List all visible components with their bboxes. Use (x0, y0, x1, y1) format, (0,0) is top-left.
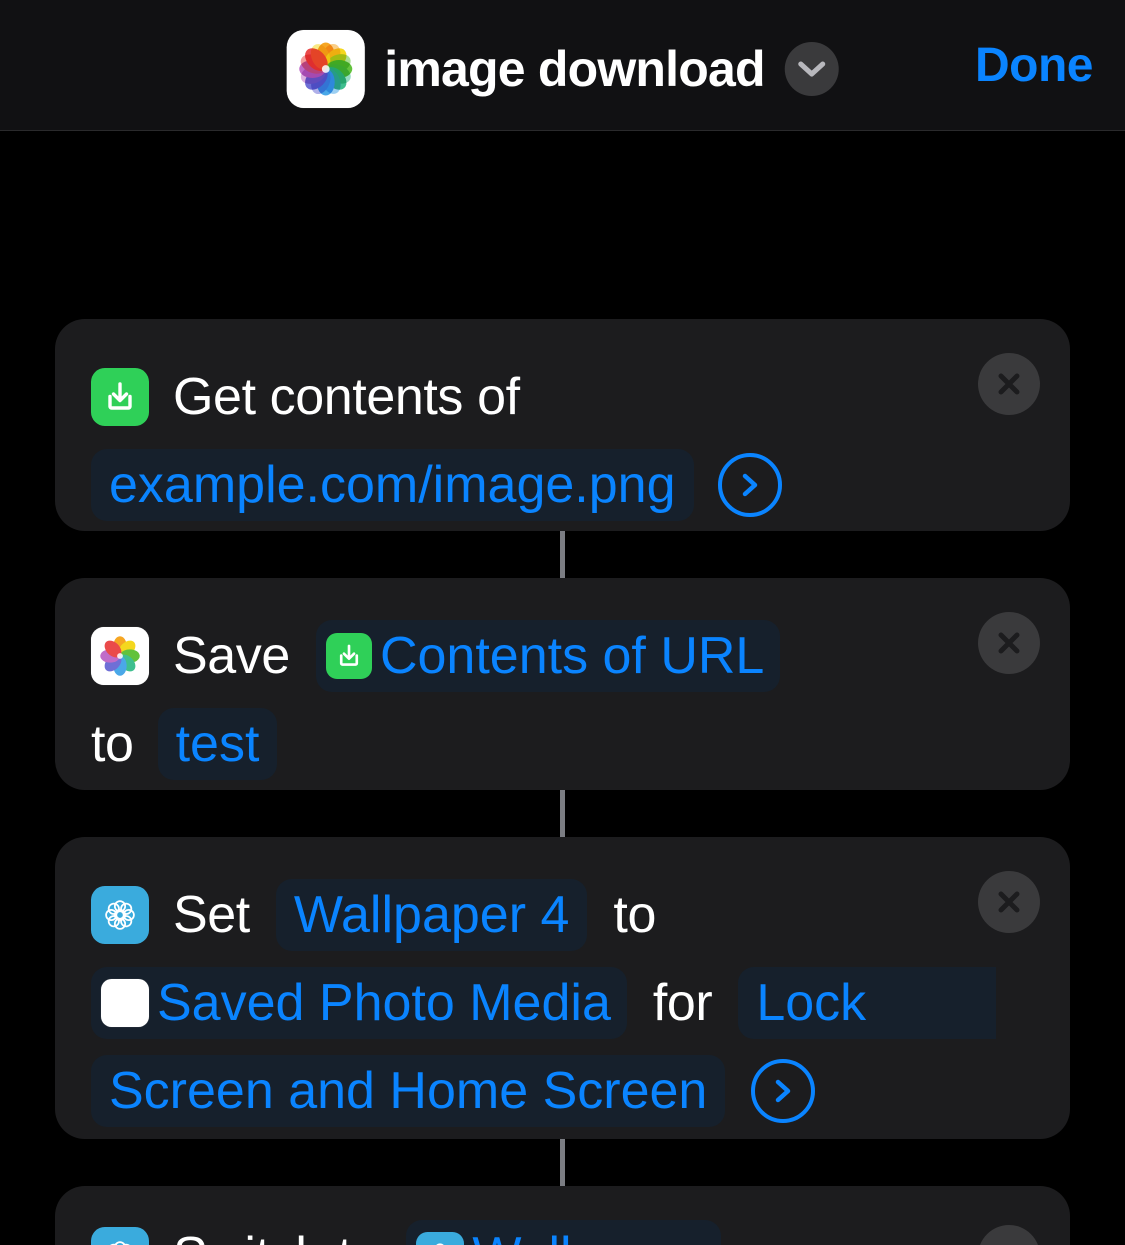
action-line: example.com/image.png (91, 441, 1030, 529)
download-icon (91, 368, 149, 426)
action-line: Set Wallpaper 4 to (91, 871, 1030, 959)
url-token-field[interactable]: example.com/image.png (91, 449, 694, 521)
photos-icon (91, 627, 149, 685)
remove-action-button[interactable] (978, 353, 1040, 415)
action-line: Save Contents of URL (91, 612, 1030, 700)
chevron-right-icon[interactable] (751, 1059, 816, 1123)
album-token-field[interactable]: test (157, 708, 278, 780)
wallpaper-icon (91, 886, 149, 944)
shortcut-title-group[interactable]: image download (286, 30, 839, 108)
flow-connector (560, 1139, 565, 1187)
action-label: for (652, 974, 713, 1032)
action-card-set-wallpaper[interactable]: Set Wallpaper 4 to Saved Photo Media for… (55, 837, 1070, 1139)
action-line: Screen and Home Screen (91, 1047, 1030, 1135)
screen-target-token-part2[interactable]: Screen and Home Screen (91, 1055, 726, 1127)
wallpaper-icon (416, 1232, 465, 1245)
action-line: Saved Photo Media for Lock (91, 959, 1030, 1047)
token-label: Saved Photo Media (157, 974, 611, 1032)
action-line: to test (91, 700, 1030, 788)
saved-photo-media-token[interactable]: Saved Photo Media (91, 967, 627, 1039)
action-line: Switch to (91, 1212, 1030, 1245)
token-label: Wallpaper (472, 1220, 704, 1245)
action-label: to (613, 886, 656, 944)
download-icon (325, 633, 372, 679)
action-label: Save (173, 627, 290, 685)
remove-action-button[interactable] (978, 612, 1040, 674)
wallpaper-target-token[interactable]: Wallpaper 4 (275, 879, 588, 951)
action-card-get-contents-of-url[interactable]: Get contents of example.com/image.png (55, 319, 1070, 531)
magic-variable-token[interactable]: Contents of URL (315, 620, 781, 692)
action-label: to (91, 715, 134, 773)
action-card-switch-to-wallpaper[interactable]: Switch to (55, 1186, 1070, 1245)
done-button[interactable]: Done (975, 42, 1094, 90)
chevron-right-icon[interactable] (717, 453, 782, 517)
wallpaper-icon (91, 1227, 149, 1245)
remove-action-button[interactable] (978, 871, 1040, 933)
flow-connector (560, 531, 565, 579)
action-label: Set (173, 886, 250, 944)
photos-icon (286, 30, 365, 108)
action-label: Switch to (173, 1212, 381, 1245)
action-card-save-to-photo-album[interactable]: Save Contents of URL to test (55, 578, 1070, 790)
wallpaper-app-token[interactable]: Wallpaper (406, 1220, 721, 1245)
photos-icon (101, 979, 149, 1027)
action-line: Get contents of (91, 353, 1030, 441)
screen-target-token-part1[interactable]: Lock (738, 967, 997, 1039)
navigation-bar: image download Done (0, 0, 1125, 131)
page-title: image download (384, 41, 765, 97)
action-label: Get contents of (173, 368, 520, 426)
chevron-down-icon[interactable] (784, 42, 839, 96)
flow-connector (560, 790, 565, 838)
token-label: Contents of URL (379, 627, 765, 685)
